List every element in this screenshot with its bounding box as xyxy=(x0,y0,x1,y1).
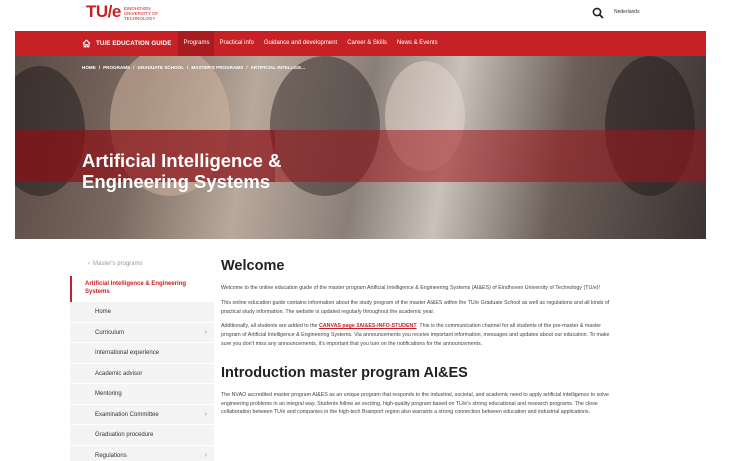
sidebar-item-graduation-procedure[interactable]: Graduation procedure xyxy=(70,425,214,446)
breadcrumb-separator: / xyxy=(133,65,135,70)
canvas-text-before: Additionally, all students are added to … xyxy=(221,323,319,330)
sidebar-item-home[interactable]: Home xyxy=(70,302,214,323)
sidebar-item-label: Mentoring xyxy=(95,391,122,397)
nav-items: Programs Practical info Guidance and dev… xyxy=(178,31,442,56)
breadcrumb-item[interactable]: HOME xyxy=(82,65,96,70)
sidebar-item-mentoring[interactable]: Mentoring xyxy=(70,384,214,405)
sidebar-item-label: Academic advisor xyxy=(95,370,143,377)
breadcrumb-separator: / xyxy=(246,65,248,70)
sidebar-item-label: Examination Committee xyxy=(95,411,159,418)
nav-item-programs[interactable]: Programs xyxy=(178,31,215,56)
intro-paragraph: Welcome to the online education guide of… xyxy=(221,285,601,291)
sidebar-item-label: Curriculum xyxy=(95,329,125,336)
program-paragraph: The NVAO accredited master program AI&ES… xyxy=(221,391,609,416)
introduction-heading: Introduction master program AI&ES xyxy=(221,364,468,381)
chevron-left-icon: ‹ xyxy=(88,261,90,267)
canvas-page-link[interactable]: CANVAS page 3AI&ES-INFO-STUDENT xyxy=(319,323,417,329)
sidebar-item-label: Home xyxy=(95,309,112,315)
tue-logo[interactable]: TU/e Eindhoven University of Technology xyxy=(86,2,164,22)
sidebar-item-label: Regulations xyxy=(95,452,127,459)
logo-mark: TU/e xyxy=(86,2,121,21)
sidebar-current-program[interactable]: Artificial Intelligence & Engineering Sy… xyxy=(70,276,214,302)
guide-paragraph: This online education guide contains inf… xyxy=(221,299,610,315)
hero-banner: HOME / PROGRAMS / GRADUATE SCHOOL / MASTER'… xyxy=(15,56,706,239)
nav-home-link[interactable]: TU/E EDUCATION GUIDE xyxy=(82,31,171,56)
breadcrumb-separator: / xyxy=(98,65,101,70)
canvas-paragraph: Additionally, all students are added to … xyxy=(221,322,616,348)
nav-item-news[interactable]: News & Events xyxy=(392,31,443,56)
sidebar: ‹ Master's programs Artificial Intelligen… xyxy=(70,252,214,461)
nav-item-guidance[interactable]: Guidance and development xyxy=(259,31,342,56)
breadcrumb-item[interactable]: PROGRAMS xyxy=(103,65,130,70)
nav-item-practical-info[interactable]: Practical info xyxy=(214,31,258,56)
sidebar-back-link[interactable]: ‹ Master's programs xyxy=(70,252,214,276)
main-content: Welcome Welcome to the online education … xyxy=(221,258,616,417)
breadcrumb-item[interactable]: GRADUATE SCHOOL xyxy=(137,65,184,70)
sidebar-back-label: Master's programs xyxy=(93,261,143,267)
home-icon xyxy=(82,39,91,48)
search-icon[interactable] xyxy=(592,7,604,19)
top-bar: TU/e Eindhoven University of Technology … xyxy=(0,0,737,30)
breadcrumb-item: ARTIFICIAL INTELLIGE... xyxy=(250,65,306,70)
chevron-right-icon: › xyxy=(204,451,207,459)
sidebar-item-curriculum[interactable]: Curriculum › xyxy=(70,322,214,343)
chevron-right-icon: › xyxy=(204,410,207,418)
sidebar-item-examination-committee[interactable]: Examination Committee › xyxy=(70,404,214,425)
sidebar-item-international-experience[interactable]: International experience xyxy=(70,343,214,364)
sidebar-item-label: International experience xyxy=(95,350,160,356)
nav-item-career[interactable]: Career & Skills xyxy=(342,31,392,56)
chevron-right-icon: › xyxy=(204,328,207,336)
breadcrumb-separator: / xyxy=(187,65,189,70)
welcome-heading: Welcome xyxy=(221,258,285,274)
sidebar-item-label: Graduation procedure xyxy=(95,432,154,438)
breadcrumb-item[interactable]: MASTER'S PROGRAMS xyxy=(191,65,243,70)
nav-guide-label: TU/E EDUCATION GUIDE xyxy=(96,40,172,47)
language-switch[interactable]: Nederlands xyxy=(614,9,640,15)
sidebar-item-regulations[interactable]: Regulations › xyxy=(70,445,214,461)
main-nav: TU/E EDUCATION GUIDE Programs Practical … xyxy=(15,31,706,56)
logo-subtitle: Eindhoven University of Technology xyxy=(123,6,159,21)
breadcrumb: HOME / PROGRAMS / GRADUATE SCHOOL / MASTER'… xyxy=(82,65,305,70)
page-title: Artificial Intelligence & Engineering Sy… xyxy=(82,150,282,192)
sidebar-item-academic-advisor[interactable]: Academic advisor xyxy=(70,363,214,384)
